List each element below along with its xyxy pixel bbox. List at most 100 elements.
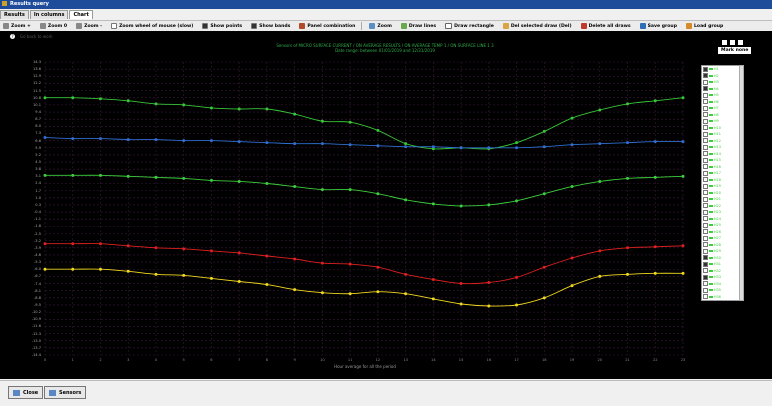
data-point[interactable] [237,107,241,111]
data-point[interactable] [515,146,519,150]
data-point[interactable] [265,283,269,287]
data-point[interactable] [487,146,491,150]
legend-checkbox[interactable] [703,242,708,248]
data-point[interactable] [653,140,657,144]
data-point[interactable] [515,199,519,203]
legend-checkbox[interactable] [703,281,708,287]
data-point[interactable] [237,179,241,183]
data-point[interactable] [626,246,630,250]
data-point[interactable] [542,296,546,300]
data-point[interactable] [570,256,574,260]
maximize-chart-icon[interactable] [730,40,735,45]
data-point[interactable] [515,303,519,307]
data-point[interactable] [154,272,158,276]
legend-checkbox[interactable] [703,131,708,137]
data-point[interactable] [126,244,130,248]
data-point[interactable] [348,143,352,147]
legend-checkbox[interactable] [703,144,708,150]
data-point[interactable] [71,173,75,177]
legend-checkbox[interactable] [703,164,708,170]
data-point[interactable] [71,267,75,271]
data-point[interactable] [182,176,186,180]
legend-checkbox[interactable] [703,99,708,105]
data-point[interactable] [626,141,630,145]
data-point[interactable] [681,174,685,178]
data-point[interactable] [653,271,657,275]
data-point[interactable] [265,181,269,185]
series-line[interactable] [44,174,684,207]
data-point[interactable] [209,276,213,280]
data-point[interactable] [376,290,380,294]
legend-checkbox[interactable] [703,209,708,215]
data-point[interactable] [626,176,630,180]
minimize-chart-icon[interactable] [722,40,727,45]
legend-checkbox[interactable] [703,66,708,72]
data-point[interactable] [515,141,519,145]
legend-checkbox[interactable] [703,151,708,157]
data-point[interactable] [320,119,324,123]
data-point[interactable] [265,107,269,111]
legend-checkbox[interactable] [703,79,708,85]
legend-checkbox[interactable] [703,229,708,235]
legend-checkbox[interactable] [703,138,708,144]
data-point[interactable] [71,242,75,246]
data-point[interactable] [376,265,380,269]
data-point[interactable] [126,174,130,178]
data-point[interactable] [182,103,186,107]
data-point[interactable] [459,302,463,306]
data-point[interactable] [653,175,657,179]
data-point[interactable] [43,173,47,177]
legend-checkbox[interactable] [703,170,708,176]
legend-checkbox[interactable] [703,112,708,118]
data-point[interactable] [209,106,213,110]
data-point[interactable] [598,249,602,253]
data-point[interactable] [515,275,519,279]
legend-checkbox[interactable] [703,190,708,196]
data-point[interactable] [542,145,546,149]
legend-checkbox[interactable] [703,125,708,131]
legend-checkbox[interactable] [703,73,708,79]
data-point[interactable] [320,261,324,265]
data-point[interactable] [98,137,102,141]
data-point[interactable] [681,244,685,248]
legend-checkbox[interactable] [703,287,708,293]
data-point[interactable] [681,96,685,100]
data-point[interactable] [487,203,491,207]
data-point[interactable] [431,202,435,206]
data-point[interactable] [404,198,408,202]
data-point[interactable] [626,102,630,106]
data-point[interactable] [98,267,102,271]
legend-checkbox[interactable] [703,105,708,111]
data-point[interactable] [542,129,546,133]
series-line[interactable] [44,137,684,149]
data-point[interactable] [265,254,269,258]
data-point[interactable] [293,142,297,146]
legend-checkbox[interactable] [703,235,708,241]
data-point[interactable] [154,175,158,179]
mark-none-button[interactable]: Mark none [718,47,752,54]
data-point[interactable] [404,272,408,276]
data-point[interactable] [376,144,380,148]
series-line[interactable] [44,97,684,150]
data-point[interactable] [126,138,130,142]
data-point[interactable] [598,179,602,183]
data-point[interactable] [570,284,574,288]
data-point[interactable] [404,145,408,149]
data-point[interactable] [265,141,269,145]
data-point[interactable] [431,277,435,281]
data-point[interactable] [542,265,546,269]
legend-checkbox[interactable] [703,92,708,98]
data-point[interactable] [404,292,408,296]
data-point[interactable] [487,281,491,285]
data-point[interactable] [43,242,47,246]
data-point[interactable] [348,120,352,124]
data-point[interactable] [348,292,352,296]
data-point[interactable] [209,139,213,143]
legend-scrollbar[interactable] [739,65,744,301]
data-point[interactable] [459,204,463,208]
data-point[interactable] [98,97,102,101]
legend-checkbox[interactable] [703,248,708,254]
series-line[interactable] [45,268,684,307]
legend-checkbox[interactable] [703,196,708,202]
legend-checkbox[interactable] [703,274,708,280]
